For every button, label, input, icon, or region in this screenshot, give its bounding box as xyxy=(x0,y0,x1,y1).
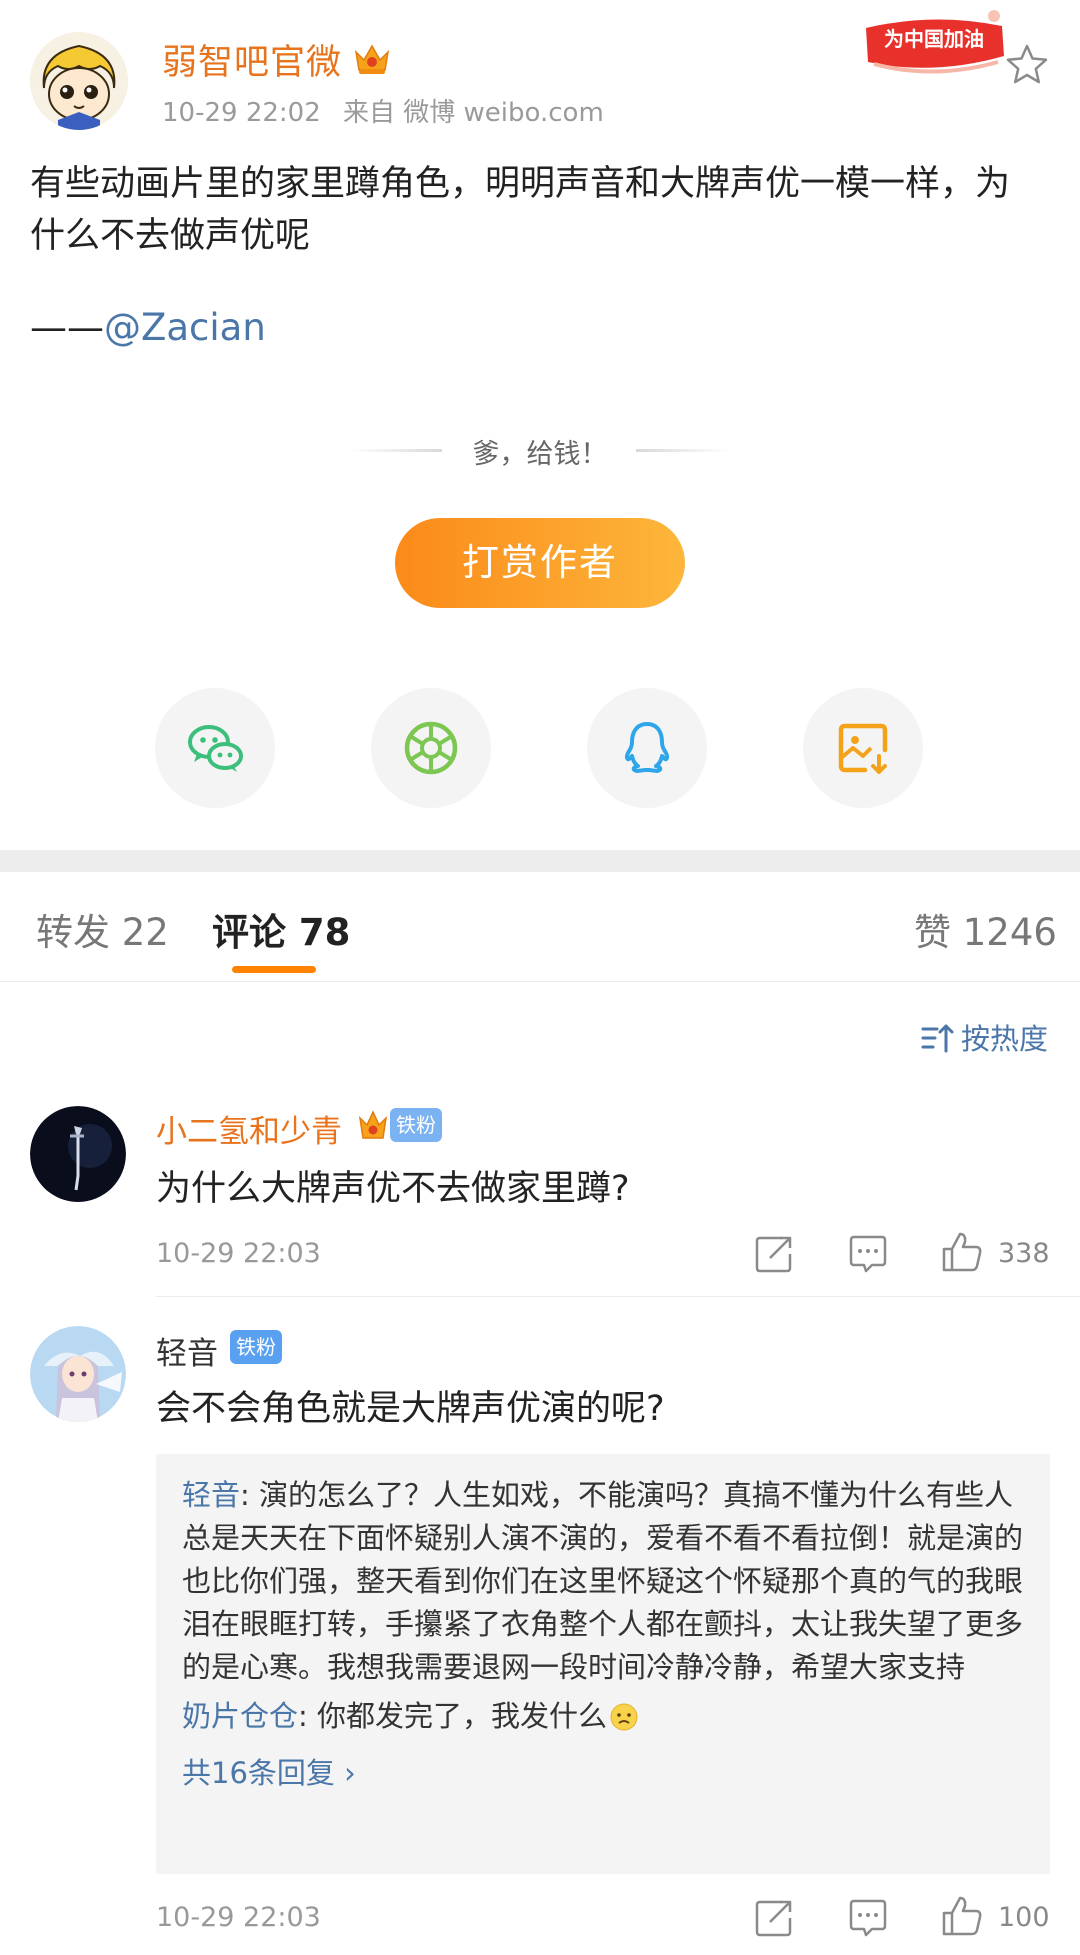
section-divider xyxy=(0,850,1080,872)
comment-icon[interactable] xyxy=(846,1896,890,1940)
sort-icon xyxy=(921,1024,954,1053)
fan-badge: 铁粉 xyxy=(230,1330,282,1364)
repost-icon[interactable] xyxy=(752,1232,796,1276)
comment-avatar[interactable] xyxy=(30,1106,126,1202)
post-source: 来自 微博 weibo.com xyxy=(343,98,604,128)
reply-item: 奶片仓仓: 你都发完了，我发什么 xyxy=(182,1695,1026,1738)
comment-time: 10-29 22:03 xyxy=(156,1238,321,1269)
favorite-star-icon[interactable] xyxy=(1004,42,1050,88)
vip-crown-icon xyxy=(358,1106,388,1144)
moments-icon xyxy=(404,721,458,775)
author-avatar[interactable] xyxy=(30,32,128,130)
like-icon[interactable] xyxy=(940,1230,984,1274)
reply-text: : 演的怎么了？人生如戏，不能演吗？真搞不懂为什么有些人总是天天在下面怀疑别人演… xyxy=(182,1478,1024,1684)
comment-username[interactable]: 小二氢和少青 xyxy=(156,1106,342,1151)
tab-repost[interactable]: 转发 22 xyxy=(36,902,169,956)
tab-likes[interactable]: 赞 1246 xyxy=(914,902,1057,956)
engagement-tabs: 转发 22 评论 78 赞 1246 xyxy=(0,872,1080,982)
reward-prompt: 爹，给钱！ xyxy=(472,439,608,470)
save-image-button[interactable] xyxy=(803,688,923,808)
reply-item: 轻音: 演的怎么了？人生如戏，不能演吗？真搞不懂为什么有些人总是天天在下面怀疑别… xyxy=(182,1474,1026,1689)
comment-text: 会不会角色就是大牌声优演的呢? xyxy=(156,1389,665,1429)
reply-preview-box[interactable]: 轻音: 演的怎么了？人生如戏，不能演吗？真搞不懂为什么有些人总是天天在下面怀疑别… xyxy=(156,1454,1050,1874)
save-image-icon xyxy=(838,723,888,774)
mention-link[interactable]: @Zacian xyxy=(104,306,266,349)
comment-avatar[interactable] xyxy=(30,1326,126,1422)
post-header: 弱智吧官微 10-29 22:02 来自 微博 weibo.com 为中国加油 xyxy=(0,0,1080,140)
comment-time: 10-29 22:03 xyxy=(156,1902,321,1933)
wechat-icon xyxy=(188,725,243,772)
vip-crown-icon xyxy=(352,40,392,76)
festival-badge-text: 为中国加油 xyxy=(884,27,984,51)
like-count: 100 xyxy=(998,1902,1050,1933)
comment-divider xyxy=(156,1296,1080,1297)
sort-label: 按热度 xyxy=(960,1022,1048,1056)
active-tab-indicator xyxy=(232,966,316,973)
sort-toggle[interactable]: 按热度 xyxy=(921,1016,1048,1058)
like-count: 338 xyxy=(998,1238,1050,1269)
post-time: 10-29 22:02 xyxy=(162,98,321,128)
comment-icon[interactable] xyxy=(846,1232,890,1276)
share-qq-button[interactable] xyxy=(587,688,707,808)
credit-prefix: —— xyxy=(30,306,104,349)
share-moments-button[interactable] xyxy=(371,688,491,808)
emoji-sad-icon xyxy=(610,1703,638,1731)
comment-text: 为什么大牌声优不去做家里蹲? xyxy=(156,1169,630,1209)
post-content: 有些动画片里的家里蹲角色，明明声音和大牌声优一模一样，为什么不去做声优呢 xyxy=(30,164,1011,256)
share-wechat-button[interactable] xyxy=(155,688,275,808)
repost-icon[interactable] xyxy=(752,1896,796,1940)
post-credit: ——@Zacian xyxy=(30,306,266,349)
fan-badge: 铁粉 xyxy=(390,1108,442,1142)
reply-username[interactable]: 轻音 xyxy=(182,1478,240,1512)
reward-author-button[interactable]: 打赏作者 xyxy=(395,518,685,608)
reply-text: : 你都发完了，我发什么 xyxy=(298,1699,608,1733)
tab-comments[interactable]: 评论 78 xyxy=(212,902,350,956)
reply-username[interactable]: 奶片仓仓 xyxy=(182,1699,298,1733)
qq-icon xyxy=(624,722,670,773)
view-all-replies-link[interactable]: 共16条回复 › xyxy=(182,1750,1026,1792)
comment-username[interactable]: 轻音 xyxy=(156,1328,218,1373)
author-name[interactable]: 弱智吧官微 xyxy=(162,34,342,85)
festival-badge[interactable]: 为中国加油 xyxy=(854,6,1014,82)
like-icon[interactable] xyxy=(940,1894,984,1938)
post-meta: 10-29 22:02 来自 微博 weibo.com xyxy=(162,92,604,129)
